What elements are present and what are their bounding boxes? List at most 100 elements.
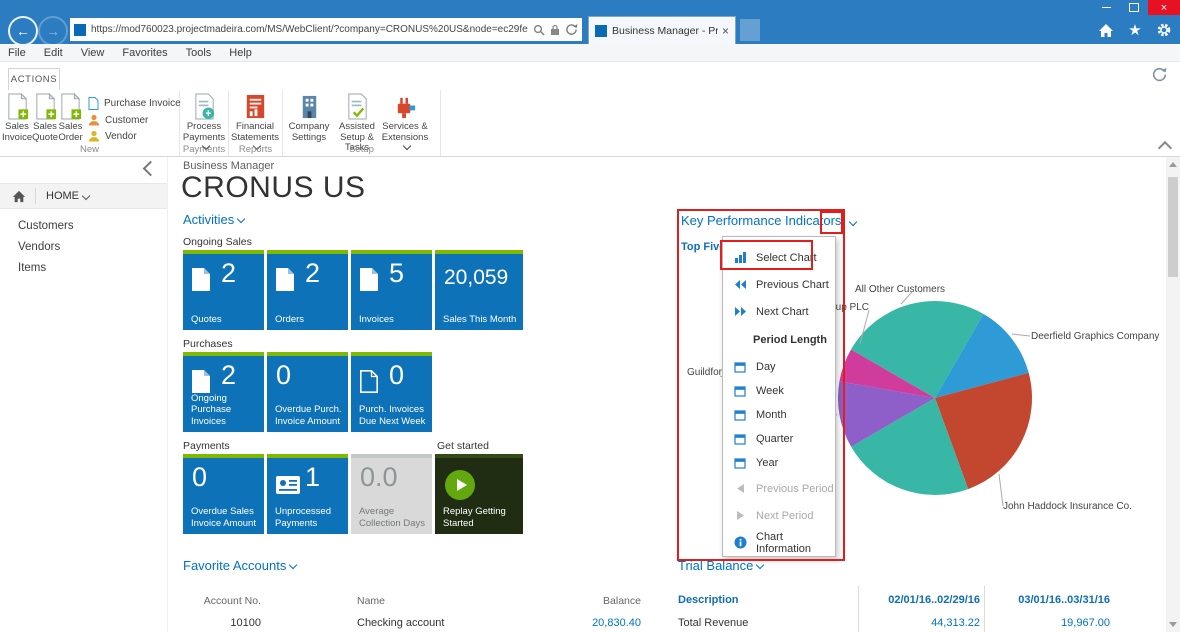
- home-icon: [12, 190, 26, 203]
- trial-balance-heading[interactable]: Trial Balance: [678, 558, 763, 573]
- tile-label: Overdue Sales Invoice Amount: [191, 506, 261, 529]
- menu-view[interactable]: View: [81, 47, 105, 59]
- tile-quotes[interactable]: 2 Quotes: [183, 250, 264, 330]
- purchase-invoice-button[interactable]: Purchase Invoice: [88, 97, 181, 110]
- column-name[interactable]: Name: [357, 595, 551, 607]
- customer-button[interactable]: Customer: [88, 114, 181, 126]
- tile-label: Replay Getting Started: [443, 506, 520, 529]
- ribbon-tab-strip: ACTIONS: [0, 63, 1180, 90]
- table-row[interactable]: Total Revenue 44,313.22 19,967.00: [678, 611, 1114, 632]
- tile-replay-getting-started[interactable]: Replay Getting Started: [435, 454, 523, 534]
- company-building-icon: [297, 93, 322, 120]
- tile-invoices[interactable]: 5 Invoices: [351, 250, 432, 330]
- forward-button[interactable]: →: [38, 16, 68, 46]
- menu-edit[interactable]: Edit: [44, 47, 63, 59]
- button-label: Purchase Invoice: [104, 98, 181, 109]
- lock-icon: [550, 24, 560, 36]
- menu-item-day[interactable]: Day: [723, 355, 835, 379]
- sidebar-item-items[interactable]: Items: [18, 262, 46, 274]
- menu-item-quarter[interactable]: Quarter: [723, 427, 835, 451]
- sales-order-button[interactable]: Sales Order: [58, 92, 83, 143]
- menu-help[interactable]: Help: [229, 47, 252, 59]
- menu-file[interactable]: File: [8, 47, 26, 59]
- kpi-dropdown-button[interactable]: [847, 215, 861, 229]
- menu-item-week[interactable]: Week: [723, 379, 835, 403]
- close-button[interactable]: ×: [1148, 0, 1180, 15]
- search-icon[interactable]: [533, 24, 545, 36]
- column-period-1[interactable]: 02/01/16..02/29/16: [856, 594, 982, 606]
- vendor-button[interactable]: Vendor: [88, 130, 181, 142]
- tile-ongoing-purchase-invoices[interactable]: 2 Ongoing Purchase Invoices: [183, 352, 264, 432]
- menu-item-next-period[interactable]: Next Period: [723, 502, 835, 529]
- sidebar-item-customers[interactable]: Customers: [18, 220, 74, 232]
- cell-period-2-value[interactable]: 19,967.00: [982, 617, 1112, 629]
- column-balance[interactable]: Balance: [551, 595, 641, 607]
- button-label: Sales Quote: [32, 122, 58, 143]
- button-label: Sales Order: [58, 122, 83, 143]
- tile-average-collection-days[interactable]: 0.0 Average Collection Days: [351, 454, 432, 534]
- new-document-icon: [58, 93, 83, 120]
- ribbon: Sales Invoice Sales Quote Sales Order Pu…: [0, 90, 1180, 157]
- document-icon: [88, 97, 99, 110]
- column-account-no[interactable]: Account No.: [183, 595, 261, 607]
- button-label: Process Payments: [183, 121, 225, 143]
- company-settings-button[interactable]: Company Settings: [285, 92, 333, 143]
- refresh-page-icon[interactable]: [1151, 66, 1168, 88]
- tile-unprocessed-payments[interactable]: 1 Unprocessed Payments: [267, 454, 348, 534]
- vendor-person-icon: [88, 130, 100, 142]
- calendar-icon: [733, 433, 747, 445]
- minimize-button[interactable]: [1092, 0, 1120, 15]
- scroll-down-arrow[interactable]: [1169, 622, 1177, 627]
- sidebar-item-vendors[interactable]: Vendors: [18, 241, 60, 253]
- url-text[interactable]: https://mod760023.projectmadeira.com/MS/…: [91, 24, 528, 35]
- group-label-setup: Setup: [283, 144, 440, 155]
- column-period-2[interactable]: 03/01/16..03/31/16: [982, 594, 1112, 606]
- menu-item-next-chart[interactable]: Next Chart: [723, 298, 835, 325]
- collapse-sidebar-icon[interactable]: [143, 161, 159, 177]
- back-button[interactable]: ←: [8, 16, 38, 46]
- menu-tools[interactable]: Tools: [186, 47, 212, 59]
- column-description[interactable]: Description: [678, 594, 856, 606]
- favorites-star-icon[interactable]: ★: [1125, 20, 1145, 40]
- home-icon[interactable]: [1096, 20, 1116, 40]
- cell-period-1-value[interactable]: 44,313.22: [856, 617, 982, 629]
- menu-favorites[interactable]: Favorites: [122, 47, 167, 59]
- cell-name[interactable]: Checking account: [357, 617, 551, 629]
- tile-label: Unprocessed Payments: [275, 506, 345, 529]
- favorite-accounts-heading[interactable]: Favorite Accounts: [183, 558, 296, 573]
- maximize-button[interactable]: [1120, 0, 1148, 15]
- menu-item-year[interactable]: Year: [723, 451, 835, 475]
- sales-invoice-button[interactable]: Sales Invoice: [2, 92, 32, 143]
- table-row[interactable]: 10100 Checking account 20,830.40: [183, 612, 641, 632]
- menu-item-previous-chart[interactable]: Previous Chart: [723, 271, 835, 298]
- menu-header-period-length: Period Length: [723, 325, 835, 355]
- scroll-up-arrow[interactable]: [1169, 162, 1177, 167]
- tab-close-icon[interactable]: ×: [722, 24, 729, 38]
- refresh-icon[interactable]: [565, 23, 578, 36]
- address-bar[interactable]: https://mod760023.projectmadeira.com/MS/…: [70, 18, 582, 41]
- tile-sales-this-month[interactable]: 20,059 Sales This Month: [435, 250, 523, 330]
- site-favicon: [74, 24, 86, 36]
- menu-item-previous-period[interactable]: Previous Period: [723, 475, 835, 502]
- tile-value: 0.0: [360, 462, 398, 493]
- calendar-icon: [733, 385, 747, 397]
- cell-description[interactable]: Total Revenue: [678, 617, 856, 629]
- activities-heading[interactable]: Activities: [183, 212, 244, 227]
- menu-item-select-chart[interactable]: Select Chart: [723, 244, 835, 271]
- tile-overdue-purch-invoice-amount[interactable]: 0 Overdue Purch. Invoice Amount: [267, 352, 348, 432]
- sales-quote-button[interactable]: Sales Quote: [32, 92, 58, 143]
- home-menu[interactable]: HOME: [0, 183, 167, 209]
- button-label: Customer: [105, 115, 148, 126]
- browser-tab[interactable]: Business Manager - Project ... ×: [588, 16, 736, 44]
- tile-overdue-sales-invoice-amount[interactable]: 0 Overdue Sales Invoice Amount: [183, 454, 264, 534]
- tile-orders[interactable]: 2 Orders: [267, 250, 348, 330]
- cell-account-no[interactable]: 10100: [183, 617, 261, 629]
- kpi-heading[interactable]: Key Performance Indicators: [681, 213, 861, 229]
- menu-item-chart-information[interactable]: Chart Information: [723, 529, 835, 556]
- menu-item-month[interactable]: Month: [723, 403, 835, 427]
- tab-actions[interactable]: ACTIONS: [8, 68, 60, 90]
- cell-balance[interactable]: 20,830.40: [551, 617, 641, 629]
- settings-gear-icon[interactable]: [1154, 20, 1174, 40]
- new-tab-button[interactable]: [740, 19, 760, 41]
- tile-purch-invoices-due-next-week[interactable]: 0 Purch. Invoices Due Next Week: [351, 352, 432, 432]
